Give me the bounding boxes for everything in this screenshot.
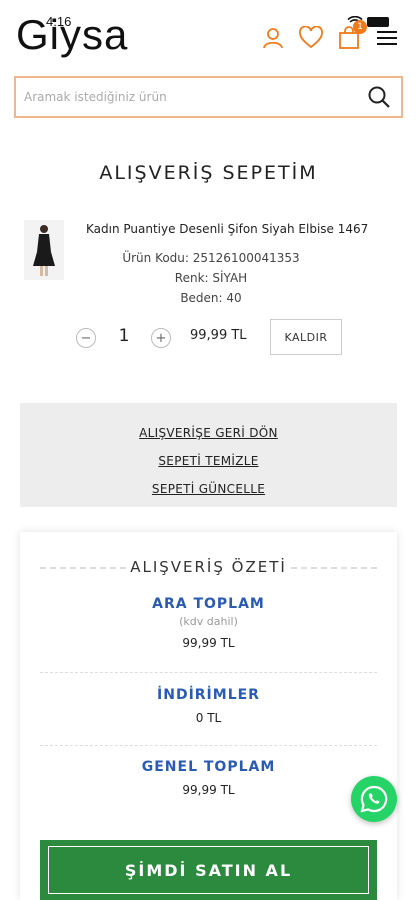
menu-icon[interactable]: [373, 24, 401, 52]
product-name[interactable]: Kadın Puantiye Desenli Şifon Siyah Elbis…: [86, 222, 368, 236]
whatsapp-icon[interactable]: [351, 776, 397, 822]
product-price: 99,99 TL: [190, 328, 247, 343]
quantity-row: − 1 + 99,99 TL KALDIR: [0, 318, 417, 355]
search-icon[interactable]: [365, 83, 393, 111]
search-bar: [14, 76, 403, 118]
page-title: ALIŞVERİŞ SEPETİM: [99, 162, 318, 184]
update-cart-link[interactable]: SEPETİ GÜNCELLE: [20, 475, 397, 503]
buy-now-button[interactable]: ŞİMDİ SATIN AL: [40, 840, 377, 900]
product-color: Renk: SİYAH: [174, 271, 248, 285]
divider: [40, 672, 377, 673]
divider: [40, 745, 377, 746]
cart-count-badge: 1: [353, 20, 367, 34]
header: Giysa 4:16 1: [0, 0, 417, 70]
heart-icon[interactable]: [297, 24, 325, 52]
order-summary: ALIŞVERİŞ ÖZETİ ARA TOPLAM (kdv dahil) 9…: [20, 532, 397, 900]
total-block: GENEL TOPLAM 99,99 TL: [40, 759, 377, 797]
total-label: GENEL TOPLAM: [141, 759, 276, 775]
product-size: Beden: 40: [180, 291, 242, 305]
discount-block: İNDİRİMLER 0 TL: [40, 687, 377, 725]
total-value: 99,99 TL: [182, 783, 235, 797]
increase-quantity-button[interactable]: +: [151, 328, 171, 348]
search-input[interactable]: [24, 90, 365, 104]
site-logo[interactable]: Giysa: [16, 10, 128, 60]
user-icon[interactable]: [259, 24, 287, 52]
product-code: Ürün Kodu: 25126100041353: [122, 251, 300, 265]
product-image[interactable]: [24, 220, 64, 280]
quantity-value: 1: [118, 326, 130, 346]
shopping-bag-icon[interactable]: 1: [335, 20, 367, 52]
discount-value: 0 TL: [195, 711, 222, 725]
divider: [291, 567, 377, 569]
status-time: 4:16: [46, 14, 72, 29]
subtotal-value: 99,99 TL: [182, 636, 235, 650]
remove-button[interactable]: KALDIR: [270, 319, 342, 355]
subtotal-note: (kdv dahil): [179, 615, 238, 628]
subtotal-label: ARA TOPLAM: [152, 596, 265, 612]
header-icons: 1: [259, 20, 401, 52]
subtotal-block: ARA TOPLAM (kdv dahil) 99,99 TL: [40, 596, 377, 650]
cart-actions: ALIŞVERİŞE GERİ DÖN SEPETİ TEMİZLE SEPET…: [20, 403, 397, 507]
discount-label: İNDİRİMLER: [157, 687, 260, 703]
decrease-quantity-button[interactable]: −: [76, 328, 96, 348]
back-to-shopping-link[interactable]: ALIŞVERİŞE GERİ DÖN: [20, 419, 397, 447]
product-meta: Ürün Kodu: 25126100041353 Renk: SİYAH Be…: [86, 248, 336, 308]
clear-cart-link[interactable]: SEPETİ TEMİZLE: [20, 447, 397, 475]
buy-now-label: ŞİMDİ SATIN AL: [48, 846, 369, 894]
